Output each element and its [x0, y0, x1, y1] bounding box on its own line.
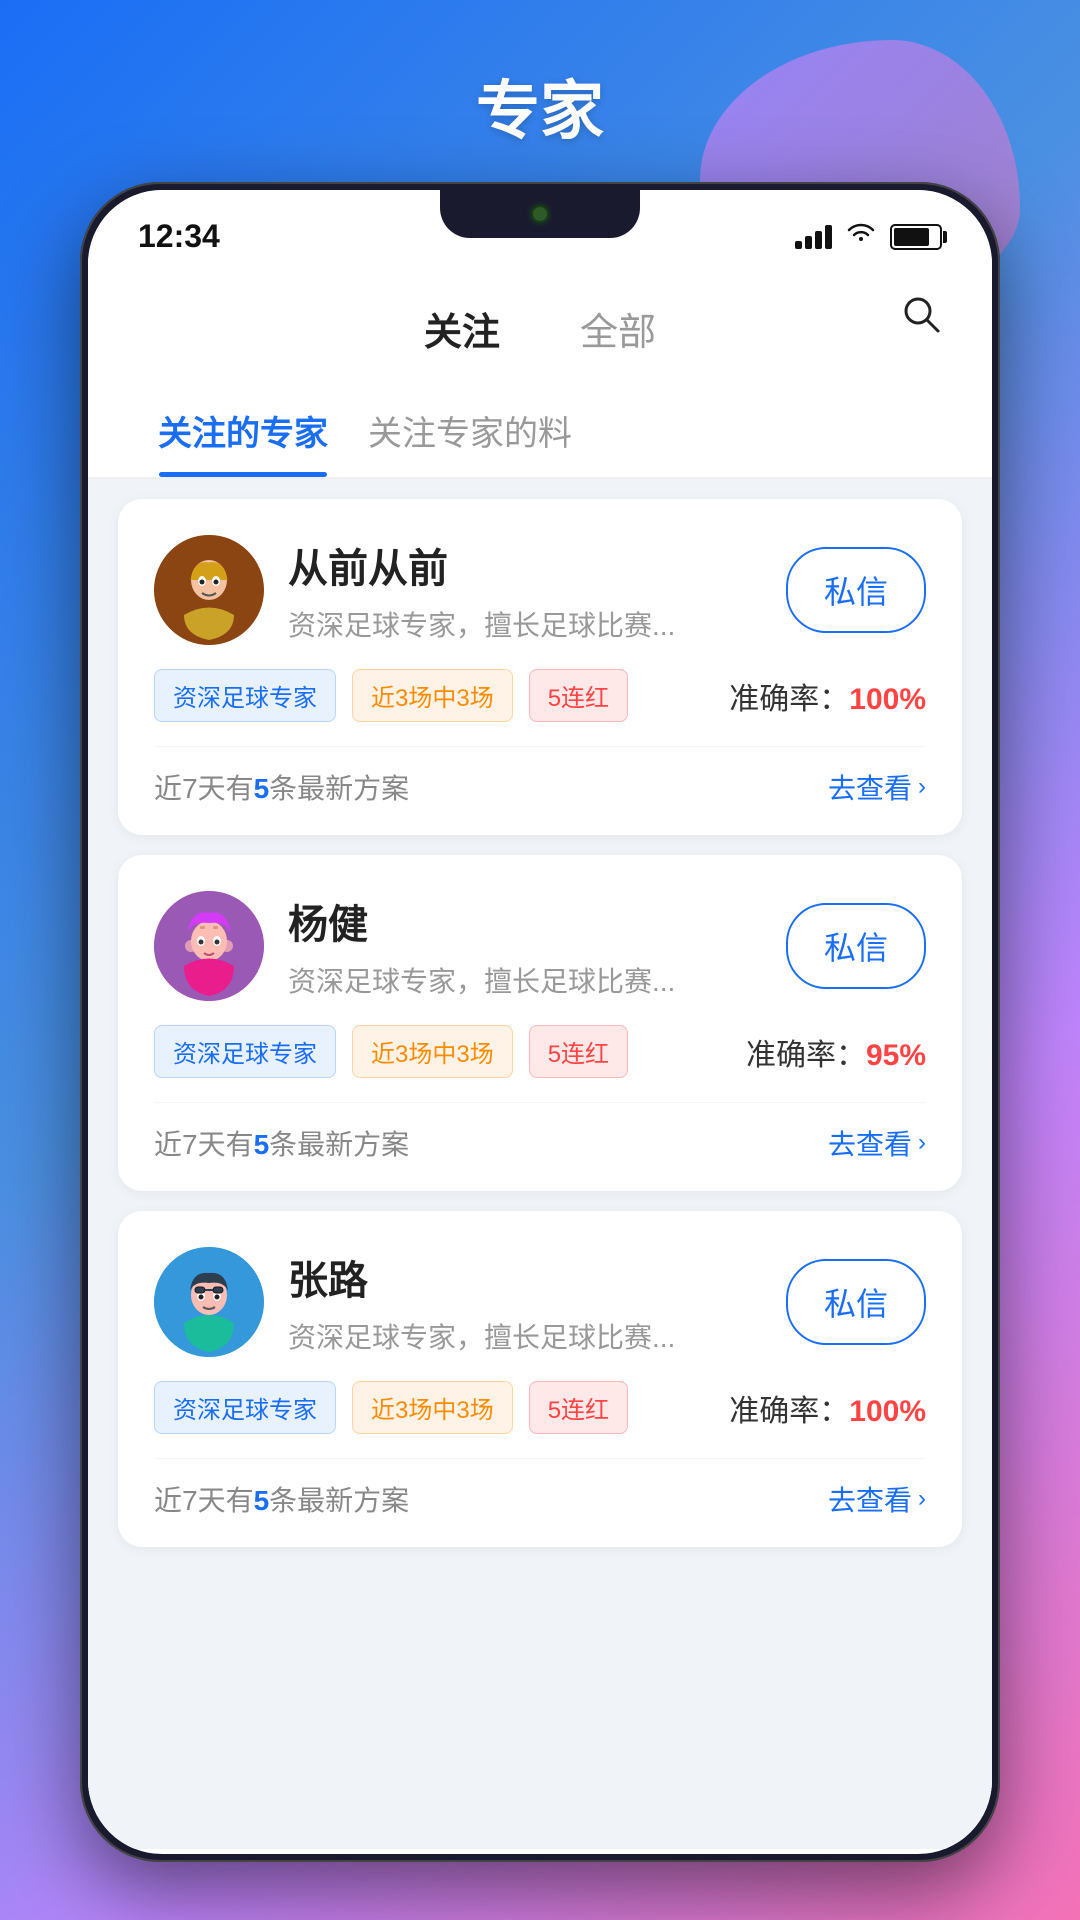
camera [531, 205, 549, 223]
view-label: 去查看 [828, 1479, 912, 1519]
expert-card: 从前从前 资深足球专家，擅长足球比赛... 私信 资深足球专家 近3场中3场 5… [118, 499, 962, 835]
view-button[interactable]: 去查看 › [828, 1123, 926, 1163]
search-button[interactable] [900, 293, 942, 345]
chevron-right-icon: › [918, 773, 926, 801]
view-label: 去查看 [828, 767, 912, 807]
wifi-icon [846, 221, 876, 252]
view-label: 去查看 [828, 1123, 912, 1163]
phone-frame: 12:34 [80, 182, 1000, 1862]
message-button[interactable]: 私信 [786, 903, 926, 989]
expert-info: 张路 资深足球专家，擅长足球比赛... [288, 1248, 762, 1356]
tag-expert-level: 资深足球专家 [154, 1025, 336, 1078]
phone-screen: 12:34 [88, 190, 992, 1854]
expert-list: 从前从前 资深足球专家，擅长足球比赛... 私信 资深足球专家 近3场中3场 5… [88, 479, 992, 1849]
sub-tab-expert-picks[interactable]: 关注专家的料 [348, 392, 592, 477]
status-time: 12:34 [138, 218, 220, 255]
top-nav: 关注 全部 [88, 265, 992, 372]
tag-recent-wins: 近3场中3场 [352, 1381, 513, 1434]
recent-plans-text: 近7天有5条最新方案 [154, 1479, 409, 1519]
card-footer: 近7天有5条最新方案 去查看 › [154, 1458, 926, 1519]
status-icons [795, 221, 942, 252]
message-button[interactable]: 私信 [786, 547, 926, 633]
tab-all[interactable]: 全部 [540, 285, 696, 372]
card-header: 杨健 资深足球专家，擅长足球比赛... 私信 [154, 891, 926, 1001]
card-footer: 近7天有5条最新方案 去查看 › [154, 746, 926, 807]
search-icon [900, 293, 942, 335]
expert-name: 杨健 [288, 892, 762, 950]
expert-name: 张路 [288, 1248, 762, 1306]
accuracy-badge: 准确率：100% [729, 1386, 926, 1430]
card-header: 张路 资深足球专家，擅长足球比赛... 私信 [154, 1247, 926, 1357]
chevron-right-icon: › [918, 1129, 926, 1157]
tags-row: 资深足球专家 近3场中3场 5连红 准确率：100% [154, 669, 926, 722]
expert-card: 杨健 资深足球专家，擅长足球比赛... 私信 资深足球专家 近3场中3场 5连红… [118, 855, 962, 1191]
avatar [154, 891, 264, 1001]
signal-icon [795, 225, 832, 249]
expert-info: 从前从前 资深足球专家，擅长足球比赛... [288, 536, 762, 644]
view-button[interactable]: 去查看 › [828, 1479, 926, 1519]
chevron-right-icon: › [918, 1485, 926, 1513]
accuracy-badge: 准确率：95% [746, 1030, 926, 1074]
tag-expert-level: 资深足球专家 [154, 669, 336, 722]
message-button[interactable]: 私信 [786, 1259, 926, 1345]
expert-name: 从前从前 [288, 536, 762, 594]
page-title: 专家 [476, 60, 604, 152]
tag-recent-wins: 近3场中3场 [352, 669, 513, 722]
recent-plans-text: 近7天有5条最新方案 [154, 767, 409, 807]
tag-streak: 5连红 [529, 1381, 628, 1434]
avatar [154, 535, 264, 645]
expert-card: 张路 资深足球专家，擅长足球比赛... 私信 资深足球专家 近3场中3场 5连红… [118, 1211, 962, 1547]
battery-icon [890, 224, 942, 250]
tag-expert-level: 资深足球专家 [154, 1381, 336, 1434]
tab-follow[interactable]: 关注 [384, 285, 540, 372]
sub-tabs: 关注的专家 关注专家的料 [88, 372, 992, 479]
expert-desc: 资深足球专家，擅长足球比赛... [288, 604, 762, 644]
tags-row: 资深足球专家 近3场中3场 5连红 准确率：95% [154, 1025, 926, 1078]
tag-streak: 5连红 [529, 1025, 628, 1078]
tags-row: 资深足球专家 近3场中3场 5连红 准确率：100% [154, 1381, 926, 1434]
expert-desc: 资深足球专家，擅长足球比赛... [288, 1316, 762, 1356]
sub-tab-followed-experts[interactable]: 关注的专家 [138, 392, 348, 477]
expert-desc: 资深足球专家，擅长足球比赛... [288, 960, 762, 1000]
app-content: 关注 全部 关注的专家 关注专家的料 [88, 265, 992, 1849]
accuracy-badge: 准确率：100% [729, 674, 926, 718]
tag-recent-wins: 近3场中3场 [352, 1025, 513, 1078]
tag-streak: 5连红 [529, 669, 628, 722]
phone-notch [440, 190, 640, 238]
avatar [154, 1247, 264, 1357]
card-footer: 近7天有5条最新方案 去查看 › [154, 1102, 926, 1163]
view-button[interactable]: 去查看 › [828, 767, 926, 807]
expert-info: 杨健 资深足球专家，擅长足球比赛... [288, 892, 762, 1000]
card-header: 从前从前 资深足球专家，擅长足球比赛... 私信 [154, 535, 926, 645]
recent-plans-text: 近7天有5条最新方案 [154, 1123, 409, 1163]
